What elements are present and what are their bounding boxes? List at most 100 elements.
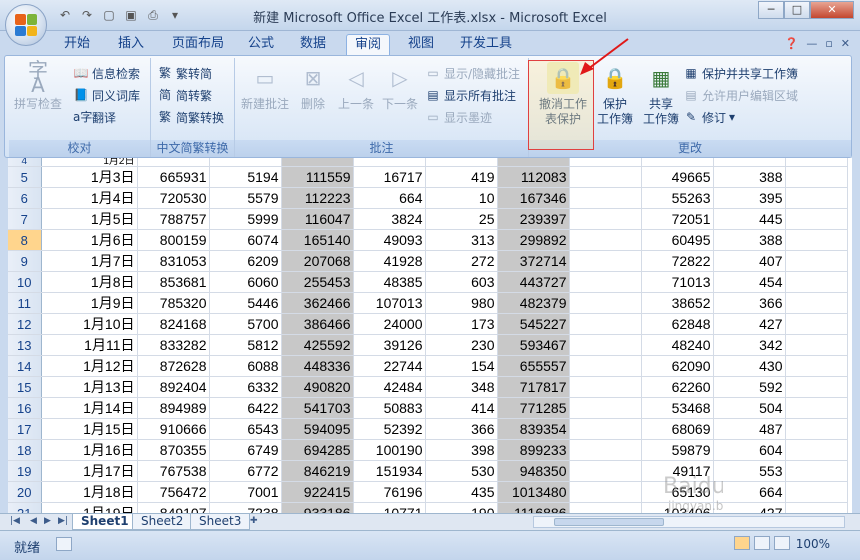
cell-d[interactable]: 6543 [209, 418, 282, 440]
cell-e[interactable]: 207068 [281, 250, 354, 272]
cell-d[interactable]: 6749 [209, 439, 282, 461]
cell-k[interactable]: 366 [713, 292, 786, 314]
to-traditional-button[interactable]: 简 简转繁 [157, 86, 212, 104]
cell-l[interactable] [785, 481, 848, 503]
convert-button[interactable]: 繁 简繁转换 [157, 108, 224, 126]
cell-d[interactable]: 6060 [209, 271, 282, 293]
prev-sheet-icon[interactable]: ◀ [30, 516, 37, 526]
cell-date[interactable]: 1月8日 [41, 271, 138, 293]
cell-e[interactable]: 541703 [281, 397, 354, 419]
cell-date[interactable]: 1月9日 [41, 292, 138, 314]
cell-h[interactable]: 167346 [497, 187, 570, 209]
cell-f[interactable]: 664 [353, 187, 426, 209]
cell-l[interactable] [785, 229, 848, 251]
cell-g[interactable]: 10 [425, 187, 498, 209]
row-header[interactable]: 13 [8, 334, 42, 356]
cell-d[interactable]: 6074 [209, 229, 282, 251]
cell-i[interactable] [569, 397, 642, 419]
cell-h[interactable]: 545227 [497, 313, 570, 335]
cell-h[interactable]: 717817 [497, 376, 570, 398]
new-comment-button[interactable]: ▭ 新建批注 [239, 62, 291, 112]
cell-d[interactable]: 6422 [209, 397, 282, 419]
to-simplified-button[interactable]: 繁 繁转简 [157, 64, 212, 82]
row-header[interactable]: 4 [8, 158, 42, 167]
cell-e[interactable] [281, 158, 354, 167]
cell-h[interactable]: 1116886 [497, 502, 570, 513]
cell-f[interactable]: 50883 [353, 397, 426, 419]
cell-g[interactable]: 980 [425, 292, 498, 314]
cell-date[interactable]: 1月3日 [41, 166, 138, 188]
cell-j[interactable]: 59879 [641, 439, 714, 461]
sheet-tab-1[interactable]: Sheet1 [72, 514, 138, 530]
cell-date[interactable]: 1月10日 [41, 313, 138, 335]
cell-l[interactable] [785, 187, 848, 209]
cell-j[interactable]: 60495 [641, 229, 714, 251]
cell-f[interactable]: 16717 [353, 166, 426, 188]
cell-k[interactable]: 592 [713, 376, 786, 398]
cell-k[interactable]: 454 [713, 271, 786, 293]
cell-c[interactable]: 853681 [137, 271, 210, 293]
cell-g[interactable]: 313 [425, 229, 498, 251]
cell-k[interactable]: 553 [713, 460, 786, 482]
cell-i[interactable] [569, 208, 642, 230]
cell-e[interactable]: 922415 [281, 481, 354, 503]
cell-e[interactable]: 255453 [281, 271, 354, 293]
cell-c[interactable]: 894989 [137, 397, 210, 419]
cell-f[interactable]: 52392 [353, 418, 426, 440]
cell-date[interactable]: 1月11日 [41, 334, 138, 356]
cell-f[interactable]: 3824 [353, 208, 426, 230]
cell-date[interactable]: 1月19日 [41, 502, 138, 513]
cell-l[interactable] [785, 166, 848, 188]
page-break-view-icon[interactable] [774, 536, 790, 550]
cell-g[interactable]: 25 [425, 208, 498, 230]
cell-c[interactable]: 767538 [137, 460, 210, 482]
cell-k[interactable]: 388 [713, 166, 786, 188]
cell-e[interactable]: 933186 [281, 502, 354, 513]
cell-f[interactable]: 42484 [353, 376, 426, 398]
cell-j[interactable] [641, 158, 714, 167]
cell-i[interactable] [569, 334, 642, 356]
next-sheet-icon[interactable]: ▶ [44, 516, 51, 526]
cell-c[interactable]: 892404 [137, 376, 210, 398]
cell-k[interactable]: 604 [713, 439, 786, 461]
share-workbook-button[interactable]: ▦ 共享 工作簿 [639, 62, 683, 127]
cell-j[interactable]: 49665 [641, 166, 714, 188]
cell-c[interactable]: 824168 [137, 313, 210, 335]
close-button[interactable]: ✕ [810, 1, 854, 19]
cell-j[interactable]: 62090 [641, 355, 714, 377]
cell-date[interactable]: 1月4日 [41, 187, 138, 209]
first-sheet-icon[interactable]: |◀ [10, 516, 20, 526]
tab-review[interactable]: 审阅 [346, 34, 391, 55]
cell-c[interactable]: 831053 [137, 250, 210, 272]
cell-e[interactable]: 165140 [281, 229, 354, 251]
cell-f[interactable]: 49093 [353, 229, 426, 251]
row-header[interactable]: 9 [8, 250, 42, 272]
cell-i[interactable] [569, 418, 642, 440]
macro-record-icon[interactable] [56, 537, 72, 551]
cell-l[interactable] [785, 250, 848, 272]
cell-f[interactable]: 151934 [353, 460, 426, 482]
cell-d[interactable]: 5579 [209, 187, 282, 209]
cell-j[interactable]: 53468 [641, 397, 714, 419]
cell-d[interactable]: 5700 [209, 313, 282, 335]
cell-e[interactable]: 116047 [281, 208, 354, 230]
cell-date[interactable]: 1月13日 [41, 376, 138, 398]
tab-insert[interactable]: 插入 [110, 34, 152, 55]
protect-and-share-button[interactable]: ▦ 保护并共享工作簿 [683, 64, 798, 82]
cell-f[interactable]: 100190 [353, 439, 426, 461]
cell-d[interactable]: 6209 [209, 250, 282, 272]
cell-l[interactable] [785, 418, 848, 440]
cell-h[interactable] [497, 158, 570, 167]
cell-g[interactable]: 366 [425, 418, 498, 440]
cell-c[interactable]: 870355 [137, 439, 210, 461]
cell-g[interactable]: 530 [425, 460, 498, 482]
cell-g[interactable]: 414 [425, 397, 498, 419]
cell-i[interactable] [569, 376, 642, 398]
cell-j[interactable]: 72051 [641, 208, 714, 230]
track-changes-button[interactable]: ✎ 修订 ▾ [683, 108, 735, 126]
cell-c[interactable]: 788757 [137, 208, 210, 230]
spell-check-button[interactable]: 字A 拼写检查 [13, 60, 63, 112]
cell-l[interactable] [785, 313, 848, 335]
row-header[interactable]: 8 [8, 229, 42, 251]
cell-l[interactable] [785, 460, 848, 482]
